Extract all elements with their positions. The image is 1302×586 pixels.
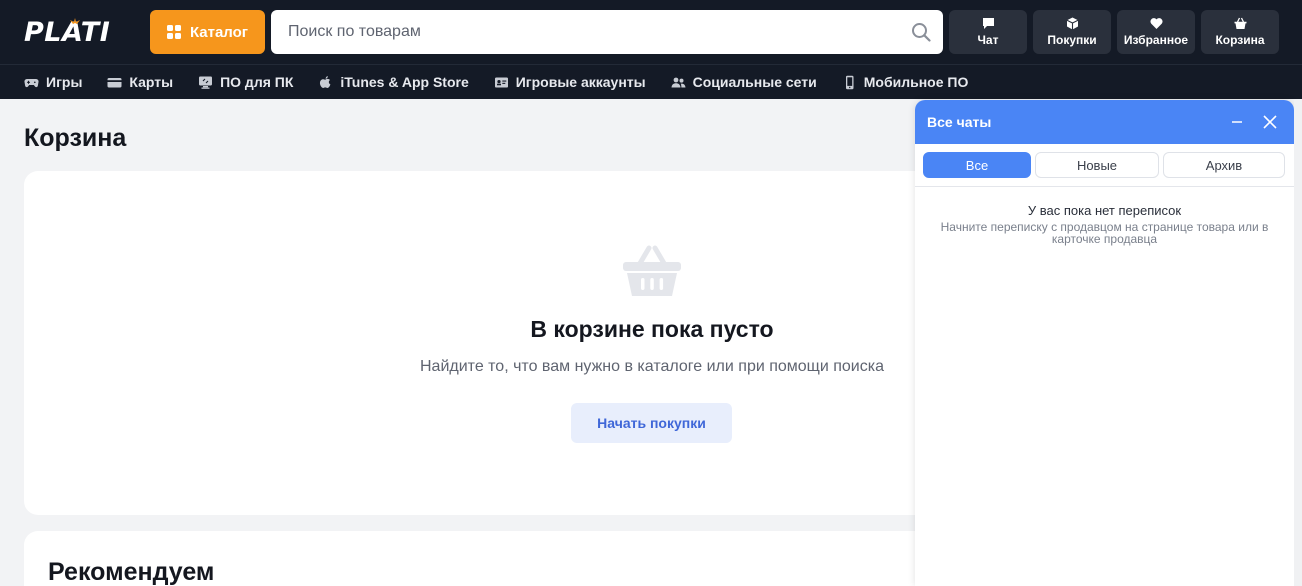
close-icon[interactable] [1262, 114, 1278, 130]
category-itunes[interactable]: iTunes & App Store [318, 74, 469, 90]
chat-panel-title: Все чаты [927, 114, 992, 130]
category-itunes-label: iTunes & App Store [340, 74, 469, 90]
basket-icon [1234, 17, 1246, 29]
favorites-button[interactable]: Избранное [1117, 10, 1195, 54]
chat-panel-header: Все чаты [915, 100, 1294, 144]
recommendations-title: Рекомендуем [48, 558, 215, 586]
purchases-button-label: Покупки [1047, 33, 1097, 47]
search-icon[interactable] [911, 22, 931, 42]
cart-button-label: Корзина [1215, 33, 1265, 47]
chat-tab-new[interactable]: Новые [1035, 152, 1159, 178]
users-icon [671, 77, 686, 87]
chat-empty-description: Начните переписку с продавцом на страниц… [940, 220, 1269, 246]
plati-logo[interactable]: PLATI [24, 16, 110, 48]
category-games-label: Игры [46, 74, 83, 90]
chat-button[interactable]: Чат [949, 10, 1027, 54]
catalog-button-label: Каталог [189, 23, 249, 41]
logo-spark-icon [70, 18, 80, 24]
page-title: Корзина [24, 124, 127, 152]
chat-empty-title: У вас пока нет переписок [1027, 203, 1182, 218]
grid-icon [166, 25, 181, 39]
card-icon [107, 77, 122, 87]
id-card-icon [494, 77, 508, 87]
cart-button[interactable]: Корзина [1201, 10, 1279, 54]
category-mobile-label: Мобильное ПО [863, 74, 969, 90]
start-shopping-button[interactable]: Начать покупки [571, 403, 732, 443]
gamepad-icon [24, 78, 39, 87]
purchases-button[interactable]: Покупки [1033, 10, 1111, 54]
category-pc-software[interactable]: ПО для ПК [198, 74, 293, 90]
chat-icon [982, 18, 994, 29]
page-scrollbar[interactable] [1294, 100, 1302, 586]
search-box [271, 10, 943, 54]
apple-icon [320, 75, 331, 88]
minimize-icon[interactable] [1230, 115, 1244, 129]
category-bar: Игры Карты ПО для ПК iTunes & App Store … [0, 64, 1302, 99]
search-input[interactable] [271, 10, 943, 54]
empty-basket-icon [623, 245, 681, 296]
category-game-accounts-label: Игровые аккаунты [515, 74, 646, 90]
chat-divider [915, 186, 1294, 187]
chat-panel: Все чаты Все Новые Архив У вас пока нет … [915, 100, 1294, 586]
box-icon [1066, 17, 1078, 30]
chat-tab-all[interactable]: Все [923, 152, 1031, 178]
heart-icon [1149, 18, 1163, 29]
chat-tabs: Все Новые Архив [923, 152, 1285, 178]
category-pc-software-label: ПО для ПК [220, 74, 294, 90]
catalog-button[interactable]: Каталог [150, 10, 265, 54]
chat-tab-archive[interactable]: Архив [1163, 152, 1285, 178]
category-social-label: Социальные сети [692, 74, 817, 90]
category-social[interactable]: Социальные сети [671, 74, 817, 90]
favorites-button-label: Избранное [1123, 33, 1189, 47]
category-game-accounts[interactable]: Игровые аккаунты [494, 74, 646, 90]
category-cards-label: Карты [129, 74, 174, 90]
category-mobile[interactable]: Мобильное ПО [842, 74, 969, 90]
chat-button-label: Чат [977, 33, 999, 47]
monitor-icon [199, 76, 213, 89]
category-cards[interactable]: Карты [107, 74, 173, 90]
category-games[interactable]: Игры [24, 74, 82, 90]
top-header: PLATI Каталог Чат Покупки Избранное Корз… [0, 0, 1302, 64]
phone-icon [845, 75, 854, 89]
